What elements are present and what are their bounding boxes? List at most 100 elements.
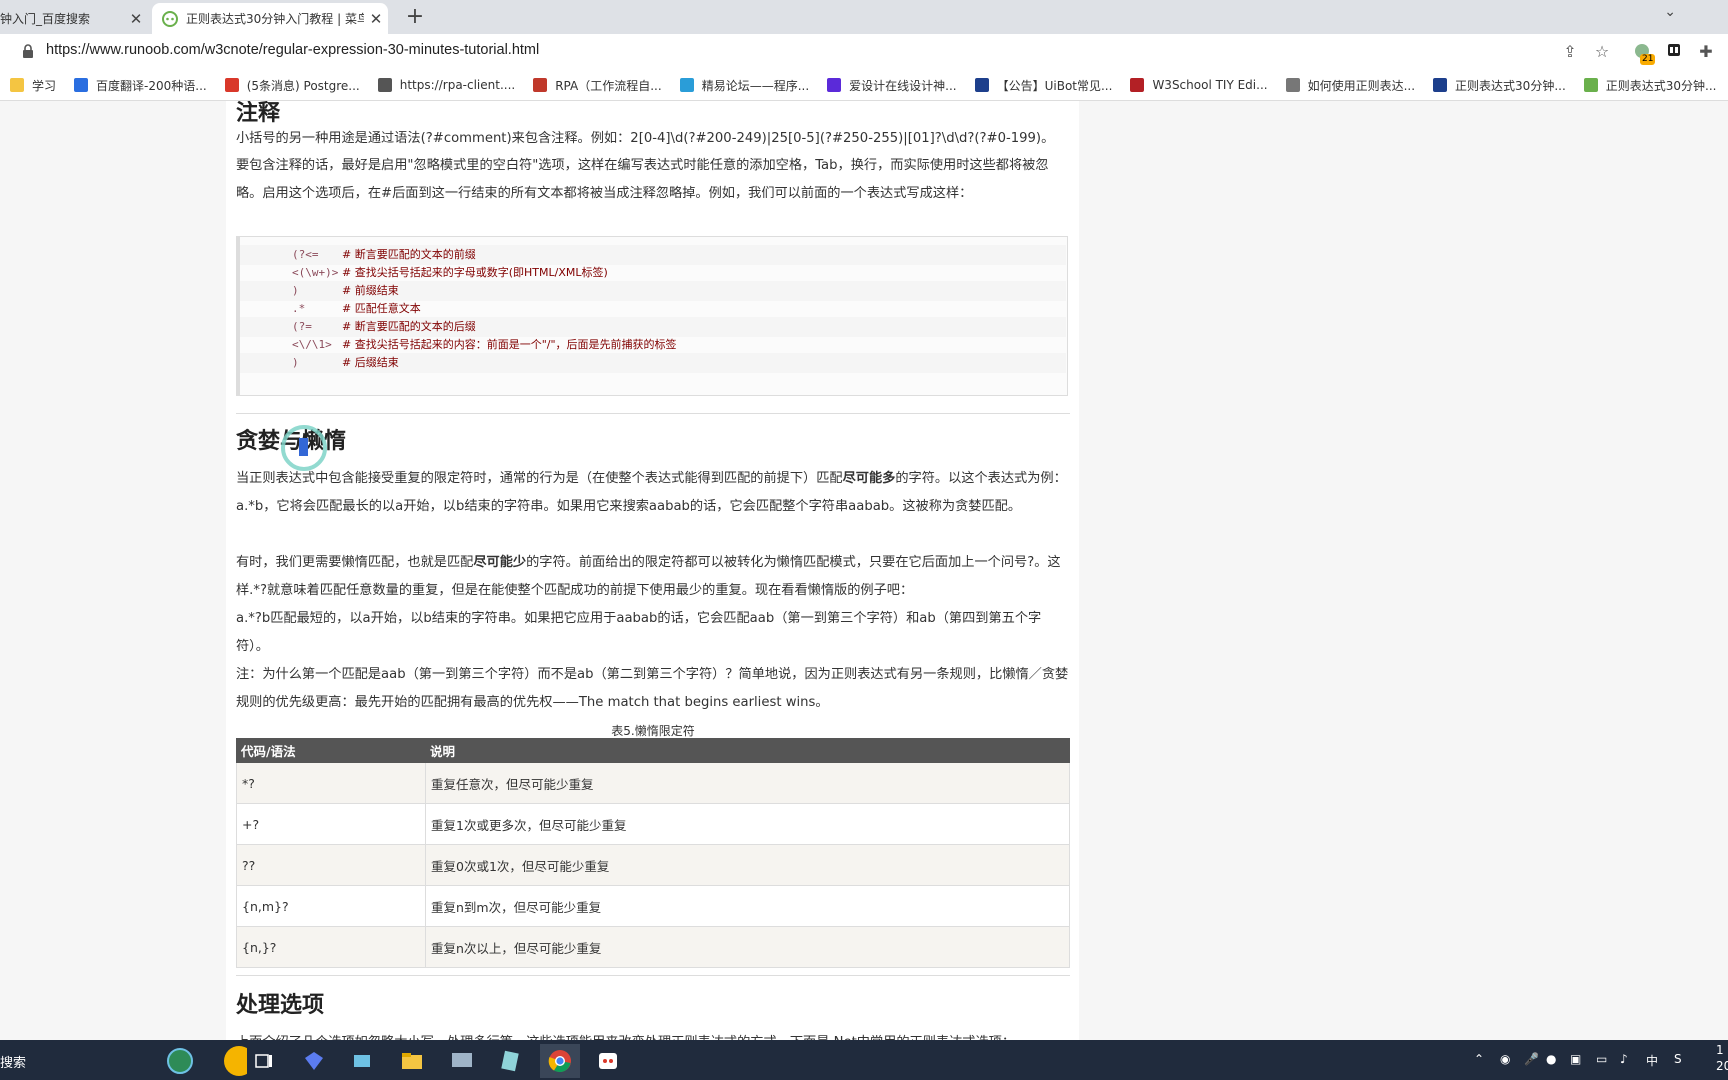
code-line: ) # 后缀结束: [240, 353, 1066, 373]
table-cell: +?: [236, 803, 426, 845]
table-cell: 重复n到m次，但尽可能少重复: [425, 885, 1070, 927]
design-icon: [827, 78, 842, 92]
w3school-icon: [1130, 78, 1145, 92]
close-icon[interactable]: ✕: [364, 10, 388, 28]
bookmarks-bar: 学习 百度翻译-200种语... (5条消息) Postgre... https://…: [0, 70, 1728, 101]
bookmark-item[interactable]: 爱设计在线设计神...: [827, 77, 957, 94]
divider: [236, 413, 1070, 414]
eye-icon: [679, 78, 694, 92]
widgets-globe-icon[interactable]: [160, 1044, 200, 1078]
paragraph: 上面介绍了几个选项如忽略大小写，处理多行等，这些选项能用来改变处理正则表达式的方…: [236, 1029, 1070, 1040]
network-icon[interactable]: ▣: [1570, 1052, 1581, 1066]
sogou-ime-icon[interactable]: S: [1674, 1052, 1682, 1066]
tool-app-icon[interactable]: [342, 1044, 382, 1078]
text-span: 有时，我们更需要懒惰匹配，也就是匹配: [236, 555, 474, 570]
bookmark-label: 【公告】UiBot常见...: [996, 78, 1113, 93]
csdn-icon: [224, 78, 239, 92]
bookmark-label: 学习: [32, 78, 57, 93]
code-line: ) # 前缀结束: [240, 281, 1066, 301]
microphone-icon[interactable]: 🎤: [1524, 1052, 1539, 1066]
code-line: <(\w+)> # 查找尖括号括起来的字母或数字(即HTML/XML标签): [240, 263, 1066, 283]
bookmark-label: (5条消息) Postgre...: [246, 78, 360, 93]
tab-runoob-regex[interactable]: 正则表达式30分钟入门教程 | 菜鸟 ✕: [152, 3, 388, 34]
copilot-icon[interactable]: [294, 1044, 334, 1078]
bookmark-item[interactable]: 【公告】UiBot常见...: [974, 77, 1113, 94]
table-cell: ??: [236, 844, 426, 886]
translate-icon: [74, 78, 89, 92]
code-comment: # 后缀结束: [342, 356, 399, 369]
chrome-icon[interactable]: [540, 1044, 580, 1078]
new-tab-button[interactable]: +: [402, 4, 428, 29]
remote-desktop-icon[interactable]: [442, 1044, 482, 1078]
bookmark-label: 如何使用正则表达...: [1307, 78, 1416, 93]
bookmark-star-icon[interactable]: ☆: [1592, 42, 1612, 62]
bold-text: 尽可能少: [473, 555, 527, 570]
bookmark-item[interactable]: 百度翻译-200种语...: [74, 77, 207, 94]
runoob-favicon-icon: [162, 10, 178, 27]
tab-search-chevron-icon[interactable]: ⌄: [1664, 4, 1676, 20]
code-comment: # 断言要匹配的文本的前缀: [342, 248, 476, 261]
reading-list-icon[interactable]: [1664, 42, 1684, 62]
recording-icon[interactable]: ◉: [1500, 1052, 1510, 1066]
runoob-icon: [1583, 78, 1598, 92]
bookmark-item[interactable]: (5条消息) Postgre...: [224, 77, 360, 94]
wechat-icon[interactable]: ●: [1546, 1052, 1556, 1066]
code-line: (?= # 断言要匹配的文本的后缀: [240, 317, 1066, 337]
display-icon[interactable]: ▭: [1596, 1052, 1607, 1066]
lock-icon[interactable]: [22, 44, 34, 58]
bookmark-label: https://rpa-client....: [399, 78, 516, 92]
lazy-quantifier-table: 代码/语法 说明 *? 重复任意次，但尽可能少重复 +? 重复1次或更多次，但尽可能少…: [236, 738, 1070, 968]
table-cell: 重复任意次，但尽可能少重复: [425, 762, 1070, 804]
bookmark-label: 正则表达式30分钟...: [1455, 78, 1566, 93]
tab-title: 钟入门_百度搜索: [0, 12, 91, 26]
folder-icon: [10, 78, 24, 92]
volume-icon[interactable]: ♪: [1620, 1052, 1628, 1066]
code-token: (?=: [292, 320, 312, 333]
notes-app-icon[interactable]: [490, 1044, 530, 1078]
bookmark-item[interactable]: 精易论坛——程序...: [679, 77, 810, 94]
article-panel: 注释 小括号的另一种用途是通过语法(?#comment)来包含注释。例如：2[0…: [226, 101, 1079, 1040]
click-indicator: [281, 425, 327, 471]
task-view-icon[interactable]: [244, 1044, 284, 1078]
close-icon[interactable]: ✕: [124, 10, 148, 28]
clock-date: 202: [1716, 1059, 1728, 1073]
ime-indicator[interactable]: 中: [1646, 1052, 1658, 1069]
clock[interactable]: 1202: [1716, 1042, 1728, 1074]
extension-badge: 21: [1640, 54, 1656, 65]
uibot-app-icon[interactable]: [588, 1044, 628, 1078]
address-bar[interactable]: https://www.runoob.com/w3cnote/regular-e…: [46, 42, 539, 58]
bookmark-item[interactable]: 正则表达式30分钟...: [1433, 77, 1566, 94]
table-cell: {n,}?: [236, 926, 426, 968]
bookmark-label: 正则表达式30分钟...: [1605, 78, 1717, 93]
table-caption: 表5.懒惰限定符: [611, 724, 695, 738]
table-cell: 重复n次以上，但尽可能少重复: [425, 926, 1070, 968]
share-icon[interactable]: ⇪: [1560, 42, 1580, 62]
table-row: ?? 重复0次或1次，但尽可能少重复: [236, 844, 1070, 886]
table-header: 代码/语法: [236, 738, 426, 763]
bold-text: 尽可能多: [842, 471, 896, 486]
bookmark-label: 精易论坛——程序...: [701, 78, 810, 93]
bookmark-item[interactable]: 正则表达式30分钟...: [1583, 77, 1717, 94]
code-token: (?<=: [292, 248, 319, 261]
bookmark-label: 百度翻译-200种语...: [96, 78, 207, 93]
bookmark-item[interactable]: W3School TIY Edi...: [1130, 78, 1268, 92]
bookmark-item[interactable]: 如何使用正则表达...: [1285, 77, 1416, 94]
r-icon: [1433, 78, 1448, 92]
tab-title: 正则表达式30分钟入门教程 | 菜鸟: [186, 12, 364, 26]
tab-baidu-search[interactable]: 钟入门_百度搜索 ✕: [0, 3, 148, 34]
code-line: .* # 匹配任意文本: [240, 299, 1066, 319]
table-header: 说明: [425, 738, 1070, 763]
bookmark-item[interactable]: 学习: [10, 77, 56, 94]
bookmark-item[interactable]: https://rpa-client....: [377, 78, 516, 92]
code-token: <\/\1>: [292, 338, 332, 351]
taskbar-search[interactable]: 搜索: [0, 1052, 26, 1071]
code-token: ): [292, 284, 299, 297]
clock-time: 1: [1716, 1043, 1724, 1057]
code-token: ): [292, 356, 299, 369]
bookmark-item[interactable]: RPA（工作流程自...: [533, 77, 662, 94]
table-cell: 重复1次或更多次，但尽可能少重复: [425, 803, 1070, 845]
tray-chevron-icon[interactable]: ⌃: [1474, 1052, 1484, 1066]
file-explorer-icon[interactable]: [392, 1044, 432, 1078]
puzzle-extensions-icon[interactable]: ✚: [1696, 42, 1716, 62]
paragraph: 小括号的另一种用途是通过语法(?#comment)来包含注释。例如：2[0-4]…: [236, 131, 1055, 146]
